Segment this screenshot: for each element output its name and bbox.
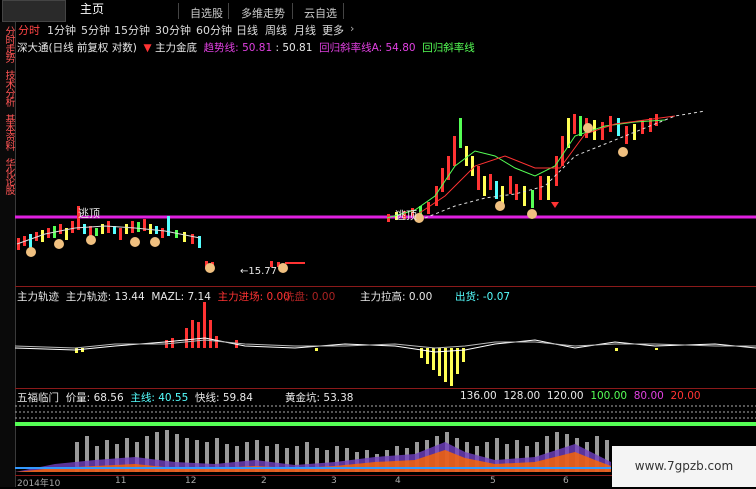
escape-top-label-2: 逃顶 [395,209,417,222]
sidebar-item-commentary[interactable]: 华化论股 [2,158,14,194]
x-tick: 2014年10 [17,479,61,489]
cloud-watchlist-button[interactable]: 云自选 [304,5,337,21]
tab-15min[interactable]: 15分钟 [114,22,150,38]
sub2-level-128: 128.00 [503,390,541,402]
trend-value-2: 50.81 [282,42,313,54]
toolbar-divider [178,3,179,19]
arrow-down-icon: ▼ [140,42,152,54]
x-tick: 6 [563,476,569,486]
reg-b-label: 回归斜率线 [422,42,475,54]
tab-60min[interactable]: 60分钟 [196,22,232,38]
x-tick: 5 [490,476,496,486]
tab-more[interactable]: 更多 [322,22,344,38]
top-toolbar: 主页 自选股 多维走势 云自选 [0,0,756,22]
sub2-level-136: 136.00 [460,390,497,402]
x-axis: 2014年10 11 12 2 3 4 5 6 [15,476,615,489]
sub2-levels: 136.00 128.00 120.00 100.00 80.00 20.00 [460,390,701,402]
sidebar-item-timeshare[interactable]: 分时走势 [2,26,14,62]
sub2-level-120: 120.00 [546,390,584,402]
pane-divider [15,388,756,389]
sub2-level-80: 80.00 [633,390,664,402]
left-sidebar: 分时走势 技术分析 基本资料 华化论股 [0,22,16,487]
x-tick: 12 [185,476,197,486]
main-info-line: 深大通(日线 前复权 对数) ▼ 主力金底 趋势线: 50.81 : 50.81… [17,42,475,54]
watchlist-button[interactable]: 自选股 [190,5,223,21]
stock-title: 深大通(日线 前复权 对数) [17,42,137,54]
x-tick: 3 [331,476,337,486]
tab-5min[interactable]: 5分钟 [81,22,110,38]
reg-a-label: 回归斜率线A: [319,42,383,54]
indicator-name: 主力金底 [154,42,197,54]
watermark: www.7gpzb.com [612,446,756,487]
sidebar-item-technical[interactable]: 技术分析 [2,70,14,106]
toolbar-divider [228,3,229,19]
reg-a-value: 54.80 [385,42,416,54]
tab-1min[interactable]: 1分钟 [47,22,76,38]
rally-candles [386,110,706,223]
app-logo [2,0,66,22]
toolbar-divider [292,3,293,19]
tab-timeshare[interactable]: 分时 [18,22,40,38]
trend-label: 趋势线: [203,42,239,54]
sub1-chart [15,302,756,386]
sub2-level-20: 20.00 [670,390,701,402]
pane-divider [15,286,756,287]
x-tick: 2 [261,476,267,486]
sidebar-item-fundamentals[interactable]: 基本资料 [2,114,14,150]
price-marker: ←15.77 [240,266,278,277]
main-candle-chart [15,110,756,273]
tab-weekly[interactable]: 周线 [265,22,287,38]
escape-top-label: 逃顶 [78,207,100,220]
x-tick: 4 [395,476,401,486]
multi-trend-button[interactable]: 多维走势 [241,5,285,21]
tab-daily[interactable]: 日线 [236,22,258,38]
trend-value: 50.81 [242,42,273,54]
tab-monthly[interactable]: 月线 [294,22,316,38]
left-candles [16,206,201,257]
tab-30min[interactable]: 30分钟 [155,22,191,38]
sub2-level-100: 100.00 [590,390,628,402]
toolbar-divider [343,3,344,19]
home-button[interactable]: 主页 [80,0,104,17]
chevron-right-icon[interactable]: › [350,22,354,35]
x-tick: 11 [115,476,127,486]
